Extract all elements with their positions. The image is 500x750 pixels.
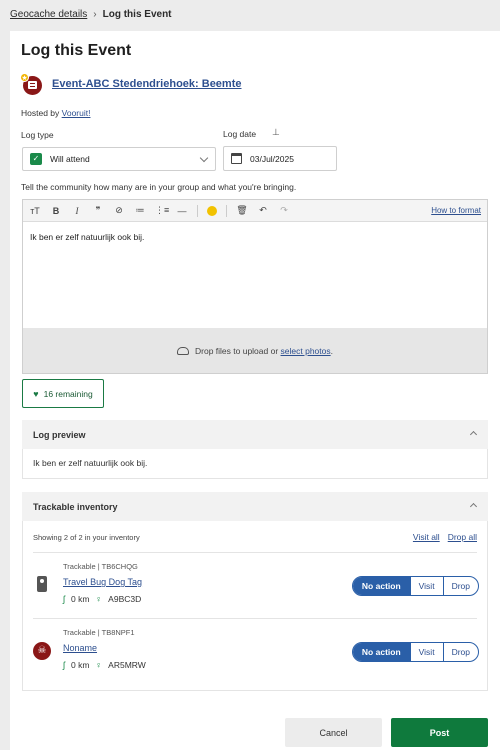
trackable-action-toggle: No action Visit Drop xyxy=(351,642,479,662)
trackable-code: Trackable | TB6CHQG xyxy=(63,562,138,571)
log-preview-header[interactable]: Log preview xyxy=(22,420,488,449)
log-date-label: Log date xyxy=(223,129,257,139)
bold-icon[interactable]: B xyxy=(50,206,62,216)
trackable-code: Trackable | TB8NPF1 xyxy=(63,628,135,637)
hosted-by: Hosted by Vooruit! xyxy=(21,108,90,118)
horizontal-rule-icon[interactable]: — xyxy=(176,206,188,216)
trackable-inventory-body: Showing 2 of 2 in your inventory Visit a… xyxy=(22,521,488,691)
cloud-upload-icon xyxy=(177,346,189,355)
breadcrumb-separator-icon: › xyxy=(93,9,97,20)
log-date-input[interactable]: 03/Jul/2025 xyxy=(223,146,337,171)
cancel-button[interactable]: Cancel xyxy=(285,718,382,747)
no-action-button[interactable]: No action xyxy=(352,643,410,661)
dropzone-text: Drop files to upload or select photos. xyxy=(195,346,333,356)
trackable-distance: 0 km xyxy=(71,660,90,670)
redo-icon[interactable]: ↷ xyxy=(278,205,290,216)
location-pin-icon: ♀ xyxy=(95,660,103,670)
drop-button[interactable]: Drop xyxy=(442,643,478,661)
no-action-button[interactable]: No action xyxy=(352,577,410,595)
calendar-icon xyxy=(231,153,242,164)
chevron-down-icon xyxy=(199,153,209,163)
dropzone-end: . xyxy=(330,345,333,356)
log-preview-title: Log preview xyxy=(33,429,86,440)
dog-tag-icon xyxy=(37,576,47,592)
trackable-action-toggle: No action Visit Drop xyxy=(351,576,479,596)
dropzone-label: Drop files to upload or xyxy=(195,345,281,356)
chevron-up-icon xyxy=(469,430,478,439)
bullet-list-icon[interactable]: ≔ xyxy=(134,205,146,216)
divider xyxy=(33,552,477,553)
log-text-area[interactable]: Ik ben er zelf natuurlijk ook bij. xyxy=(23,222,487,328)
log-editor: тT B I ❞ ⊘ ≔ ⋮≡ — 🗑 ↶ ↷ How to format Ik… xyxy=(22,199,488,374)
location-pin-icon: ♀ xyxy=(95,594,103,604)
toolbar-divider xyxy=(226,204,227,217)
quote-icon[interactable]: ❞ xyxy=(92,205,104,216)
trackable-meta: ʃ 0 km ♀ A9BC3D xyxy=(63,594,141,604)
italic-icon[interactable]: I xyxy=(71,206,83,216)
event-cache-icon: ★ xyxy=(20,73,43,95)
trash-icon[interactable]: 🗑 xyxy=(236,205,248,216)
log-prompt: Tell the community how many are in your … xyxy=(21,182,297,192)
text-size-icon[interactable]: тT xyxy=(29,206,41,216)
route-icon: ʃ xyxy=(63,594,65,604)
calendar-check-icon: ✓ xyxy=(30,153,42,165)
editor-toolbar: тT B I ❞ ⊘ ≔ ⋮≡ — 🗑 ↶ ↷ How to format xyxy=(23,200,487,222)
log-type-label: Log type xyxy=(21,130,54,140)
heart-icon: ♥ xyxy=(33,388,39,399)
skull-icon: ☠ xyxy=(33,642,51,660)
undo-icon[interactable]: ↶ xyxy=(257,205,269,216)
post-button[interactable]: Post xyxy=(391,718,488,747)
breadcrumb-geocache-details[interactable]: Geocache details xyxy=(10,9,87,20)
trackable-meta: ʃ 0 km ♀ AR5MRW xyxy=(63,660,146,670)
chevron-up-icon xyxy=(469,502,478,511)
trackable-name-link[interactable]: Travel Bug Dog Tag xyxy=(63,577,142,587)
pin-icon[interactable]: ⊥ xyxy=(272,127,280,138)
trackable-row: ☠ Trackable | TB8NPF1 Noname ʃ 0 km ♀ AR… xyxy=(33,628,479,680)
select-photos-link[interactable]: select photos xyxy=(281,346,331,356)
breadcrumb-current: Log this Event xyxy=(102,9,172,20)
numbered-list-icon[interactable]: ⋮≡ xyxy=(155,205,169,216)
drop-button[interactable]: Drop xyxy=(442,577,478,595)
inventory-count: Showing 2 of 2 in your inventory xyxy=(33,533,140,542)
log-preview-text: Ik ben er zelf natuurlijk ook bij. xyxy=(33,458,148,468)
host-link[interactable]: Vooruit! xyxy=(62,108,91,118)
page-title: Log this Event xyxy=(21,42,132,59)
visit-all-link[interactable]: Visit all xyxy=(413,532,440,542)
how-to-format-link[interactable]: How to format xyxy=(431,206,481,215)
toolbar-divider xyxy=(197,204,198,217)
log-card: Log this Event ★ Event-ABC Stedendriehoe… xyxy=(10,31,500,750)
visit-button[interactable]: Visit xyxy=(409,577,443,595)
link-icon[interactable]: ⊘ xyxy=(113,205,125,216)
trackable-row: Trackable | TB6CHQG Travel Bug Dog Tag ʃ… xyxy=(33,562,479,614)
log-preview-body: Ik ben er zelf natuurlijk ook bij. xyxy=(22,449,488,479)
breadcrumb: Geocache details › Log this Event xyxy=(10,9,172,20)
trackable-location: A9BC3D xyxy=(108,594,142,604)
hosted-by-label: Hosted by xyxy=(21,108,62,118)
visit-button[interactable]: Visit xyxy=(409,643,443,661)
trackable-inventory-header[interactable]: Trackable inventory xyxy=(22,492,488,521)
log-type-value: Will attend xyxy=(50,154,90,164)
emoji-icon[interactable] xyxy=(207,205,217,216)
trackable-location: AR5MRW xyxy=(108,660,146,670)
drop-all-link[interactable]: Drop all xyxy=(448,532,477,542)
photo-dropzone[interactable]: Drop files to upload or select photos. xyxy=(23,328,487,373)
trackable-name-link[interactable]: Noname xyxy=(63,643,97,653)
favorite-remaining-button[interactable]: ♥ 16 remaining xyxy=(22,379,104,408)
divider xyxy=(33,618,477,619)
log-date-value: 03/Jul/2025 xyxy=(250,153,294,164)
route-icon: ʃ xyxy=(63,660,65,670)
remaining-count: 16 remaining xyxy=(43,388,93,399)
trackable-inventory-title: Trackable inventory xyxy=(33,501,118,512)
trackable-distance: 0 km xyxy=(71,594,90,604)
log-type-select[interactable]: ✓ Will attend xyxy=(22,147,216,171)
cache-header: ★ Event-ABC Stedendriehoek: Beemte xyxy=(20,73,242,95)
cache-name-link[interactable]: Event-ABC Stedendriehoek: Beemte xyxy=(52,78,242,90)
